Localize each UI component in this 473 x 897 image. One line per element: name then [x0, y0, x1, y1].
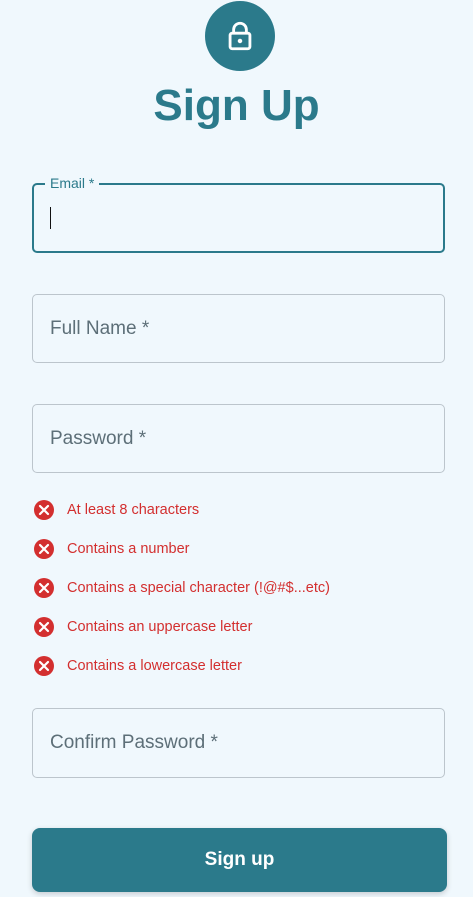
password-requirements: At least 8 characters Contains a number …	[33, 490, 330, 685]
text-caret	[50, 207, 51, 229]
email-field[interactable]: Email *	[32, 174, 445, 253]
requirement-text: Contains a special character (!@#$...etc…	[67, 579, 330, 596]
sign-up-button[interactable]: Sign up	[32, 828, 447, 892]
error-x-icon	[34, 538, 54, 559]
requirement-text: At least 8 characters	[67, 501, 200, 518]
email-label: Email *	[45, 174, 100, 192]
requirement-item: Contains a lowercase letter	[33, 646, 330, 685]
requirement-item: Contains a special character (!@#$...etc…	[33, 568, 330, 607]
password-field[interactable]: Password *	[32, 404, 445, 473]
error-x-icon	[34, 499, 54, 520]
requirement-text: Contains a lowercase letter	[67, 657, 242, 674]
error-x-icon	[34, 655, 54, 676]
confirm-password-placeholder: Confirm Password *	[50, 732, 218, 753]
error-x-icon	[34, 616, 54, 637]
requirement-text: Contains an uppercase letter	[67, 618, 253, 635]
requirement-text: Contains a number	[67, 540, 190, 557]
requirement-item: Contains a number	[33, 529, 330, 568]
full-name-field[interactable]: Full Name *	[32, 294, 445, 363]
requirement-item: At least 8 characters	[33, 490, 330, 529]
error-x-icon	[34, 577, 54, 598]
password-placeholder: Password *	[50, 427, 147, 449]
full-name-placeholder: Full Name *	[50, 317, 150, 339]
page-title: Sign Up	[153, 81, 320, 130]
confirm-password-field[interactable]: Confirm Password *	[32, 708, 445, 778]
requirement-item: Contains an uppercase letter	[33, 607, 330, 646]
lock-avatar	[205, 1, 275, 71]
lock-icon	[223, 19, 257, 53]
